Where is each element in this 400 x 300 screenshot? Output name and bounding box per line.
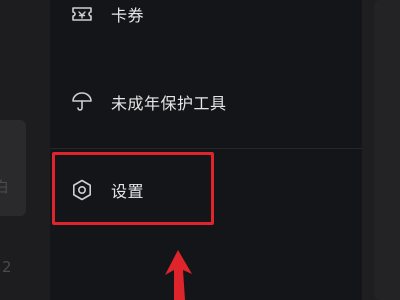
menu-divider <box>50 148 362 149</box>
menu-item-label: 未成年保护工具 <box>111 94 227 113</box>
background-panel-left: 白 2 <box>0 0 50 300</box>
highlight-box <box>52 152 214 225</box>
menu-item-label: 卡券 <box>111 6 145 25</box>
umbrella-icon <box>70 90 94 114</box>
background-panel-right <box>362 0 400 300</box>
background-strip <box>374 0 400 300</box>
side-menu: 卡券 未成年保护工具 设置 <box>50 0 362 300</box>
menu-item-minor-protection[interactable]: 未成年保护工具 <box>50 80 362 124</box>
menu-item-coupons[interactable]: 卡券 <box>50 0 362 36</box>
arrow-up-icon <box>165 250 192 300</box>
background-card <box>0 120 26 216</box>
ticket-icon <box>70 2 94 26</box>
background-fragment-text: 2 <box>2 258 12 276</box>
background-fragment-text: 白 <box>0 178 10 196</box>
